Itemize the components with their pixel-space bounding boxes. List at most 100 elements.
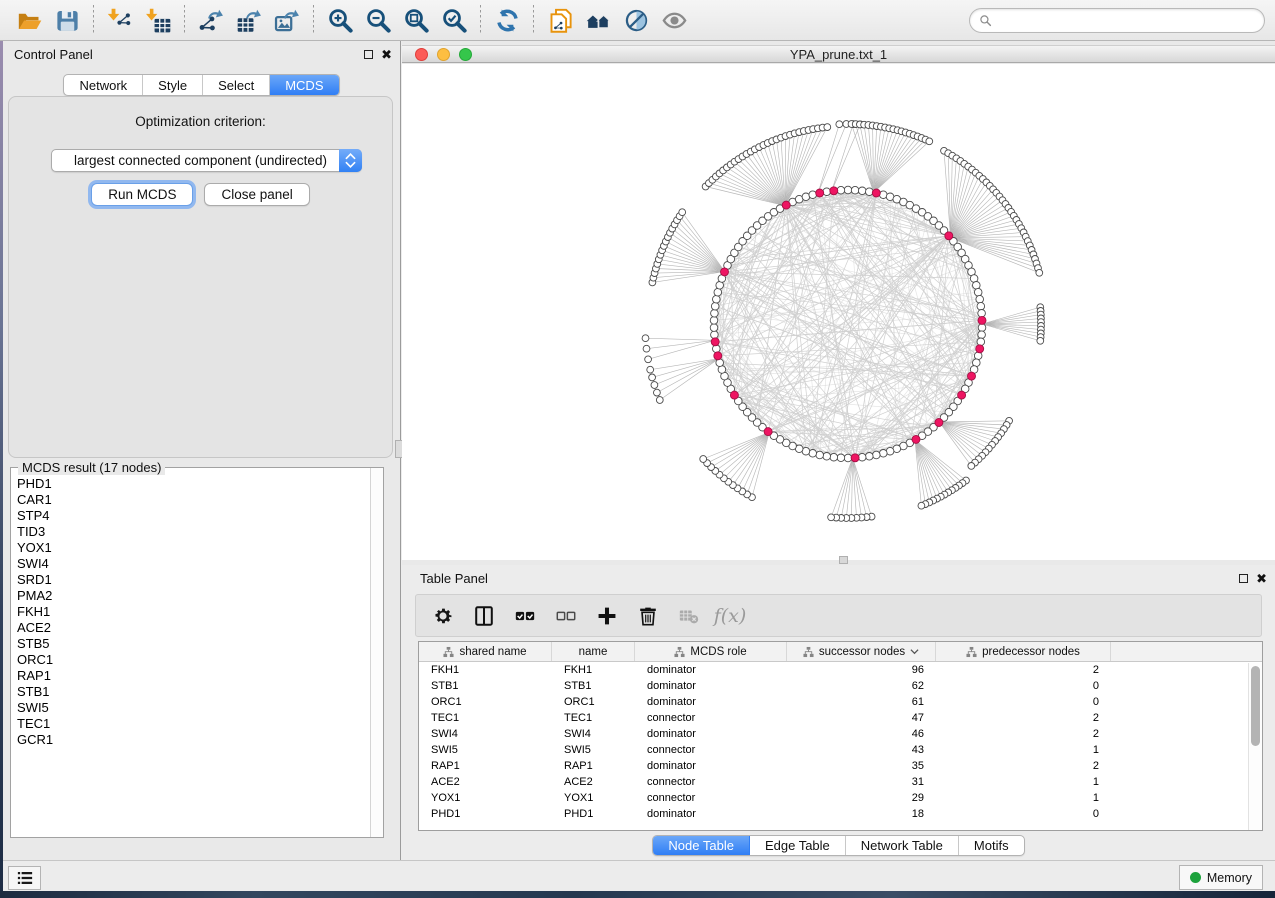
mcds-result-item[interactable]: GCR1 [17,732,369,748]
column-header-MCDS-role[interactable]: MCDS role [635,642,787,661]
unselect-all-columns-icon[interactable] [553,603,579,629]
export-table-icon[interactable] [230,3,268,37]
select-all-columns-icon[interactable] [512,603,538,629]
status-bar: Memory [3,860,1275,891]
column-header-predecessor-nodes[interactable]: predecessor nodes [936,642,1111,661]
close-panel-icon[interactable]: ✖ [381,50,392,59]
tab-select[interactable]: Select [203,75,270,95]
mcds-result-box: MCDS result (17 nodes) PHD1CAR1STP4TID3Y… [10,467,384,838]
table-cell: ORC1 [419,694,552,710]
table-scrollbar-thumb[interactable] [1251,666,1260,746]
table-cell: RAP1 [552,758,635,774]
export-image-icon[interactable] [268,3,306,37]
float-table-panel-icon[interactable] [1239,574,1248,583]
network-area: YPA_prune.txt_1 Table Panel ✖ f(x) share… [402,41,1275,860]
run-mcds-button[interactable]: Run MCDS [91,183,193,206]
network-view-canvas[interactable] [402,64,1275,560]
search-input[interactable] [997,12,1255,28]
column-header-shared-name[interactable]: shared name [419,642,552,661]
show-graphics-icon[interactable] [655,3,693,37]
mcds-result-item[interactable]: ACE2 [17,620,369,636]
mcds-result-item[interactable]: ORC1 [17,652,369,668]
network-overview-icon[interactable] [579,3,617,37]
mcds-result-item[interactable]: STB5 [17,636,369,652]
export-network-icon[interactable] [192,3,230,37]
table-row[interactable]: ORC1ORC1dominator610 [419,694,1262,710]
hide-panel-icon[interactable] [617,3,655,37]
mcds-result-item[interactable]: RAP1 [17,668,369,684]
table-cell: dominator [635,678,787,694]
open-session-icon[interactable] [10,3,48,37]
task-history-button[interactable] [8,866,41,890]
table-row[interactable]: ACE2ACE2connector311 [419,774,1262,790]
mcds-result-item[interactable]: TID3 [17,524,369,540]
refresh-layout-icon[interactable] [488,3,526,37]
close-panel-button[interactable]: Close panel [204,183,309,206]
table-cell: 2 [936,662,1111,678]
import-network-icon[interactable] [101,3,139,37]
main-toolbar [0,0,1275,41]
table-row[interactable]: RAP1RAP1dominator352 [419,758,1262,774]
tab-edge-table[interactable]: Edge Table [750,836,846,855]
table-cell: connector [635,710,787,726]
mcds-result-item[interactable]: TEC1 [17,716,369,732]
close-table-panel-icon[interactable]: ✖ [1256,574,1267,583]
show-columns-icon[interactable] [471,603,497,629]
sort-chevron-icon[interactable] [910,648,919,655]
mcds-result-list[interactable]: PHD1CAR1STP4TID3YOX1SWI4SRD1PMA2FKH1ACE2… [11,472,369,836]
table-row[interactable]: FKH1FKH1dominator962 [419,662,1262,678]
delete-column-icon[interactable] [635,603,661,629]
save-session-icon[interactable] [48,3,86,37]
clone-network-icon[interactable] [541,3,579,37]
column-settings-gear-icon[interactable] [430,603,456,629]
tab-network[interactable]: Network [64,75,143,95]
table-row[interactable]: SWI5SWI5connector431 [419,742,1262,758]
tab-mcds[interactable]: MCDS [270,75,338,95]
mcds-result-item[interactable]: SRD1 [17,572,369,588]
control-panel-header: Control Panel ✖ [3,41,400,67]
view-splitter-handle[interactable] [839,556,848,564]
tab-network-table[interactable]: Network Table [846,836,959,855]
mcds-result-item[interactable]: CAR1 [17,492,369,508]
create-column-icon[interactable] [594,603,620,629]
column-header-name[interactable]: name [552,642,635,661]
table-cell: ACE2 [419,774,552,790]
table-toolbar: f(x) [415,594,1262,637]
tab-style[interactable]: Style [143,75,203,95]
mcds-result-item[interactable]: STB1 [17,684,369,700]
mcds-result-item[interactable]: FKH1 [17,604,369,620]
table-cell: 35 [787,758,936,774]
table-cell: 2 [936,758,1111,774]
optimization-criterion-value: largest connected component (undirected) [52,153,339,168]
tab-motifs[interactable]: Motifs [959,836,1024,855]
table-row[interactable]: PHD1PHD1dominator180 [419,806,1262,822]
toolbar-separator [313,5,314,35]
zoom-out-icon[interactable] [359,3,397,37]
mcds-result-item[interactable]: PHD1 [17,476,369,492]
table-row[interactable]: STB1STB1dominator620 [419,678,1262,694]
table-row[interactable]: TEC1TEC1connector472 [419,710,1262,726]
table-row[interactable]: YOX1YOX1connector291 [419,790,1262,806]
table-scrollbar[interactable] [1248,663,1262,830]
table-panel: Table Panel ✖ f(x) shared namenameMCDS r… [402,565,1275,860]
memory-button[interactable]: Memory [1179,865,1263,890]
mcds-result-item[interactable]: SWI4 [17,556,369,572]
optimization-criterion-select[interactable]: largest connected component (undirected) [51,149,362,172]
mcds-result-item[interactable]: STP4 [17,508,369,524]
tab-node-table[interactable]: Node Table [653,836,750,855]
control-panel-title: Control Panel [14,47,93,62]
table-cell: PHD1 [552,806,635,822]
float-panel-icon[interactable] [364,50,373,59]
mcds-result-item[interactable]: SWI5 [17,700,369,716]
zoom-in-icon[interactable] [321,3,359,37]
mcds-result-item[interactable]: PMA2 [17,588,369,604]
table-cell: connector [635,790,787,806]
mcds-result-scrollbar[interactable] [370,468,383,837]
desktop-wallpaper [0,891,1275,898]
column-header-successor-nodes[interactable]: successor nodes [787,642,936,661]
zoom-fit-icon[interactable] [397,3,435,37]
table-row[interactable]: SWI4SWI4dominator462 [419,726,1262,742]
import-table-icon[interactable] [139,3,177,37]
mcds-result-item[interactable]: YOX1 [17,540,369,556]
zoom-selected-icon[interactable] [435,3,473,37]
